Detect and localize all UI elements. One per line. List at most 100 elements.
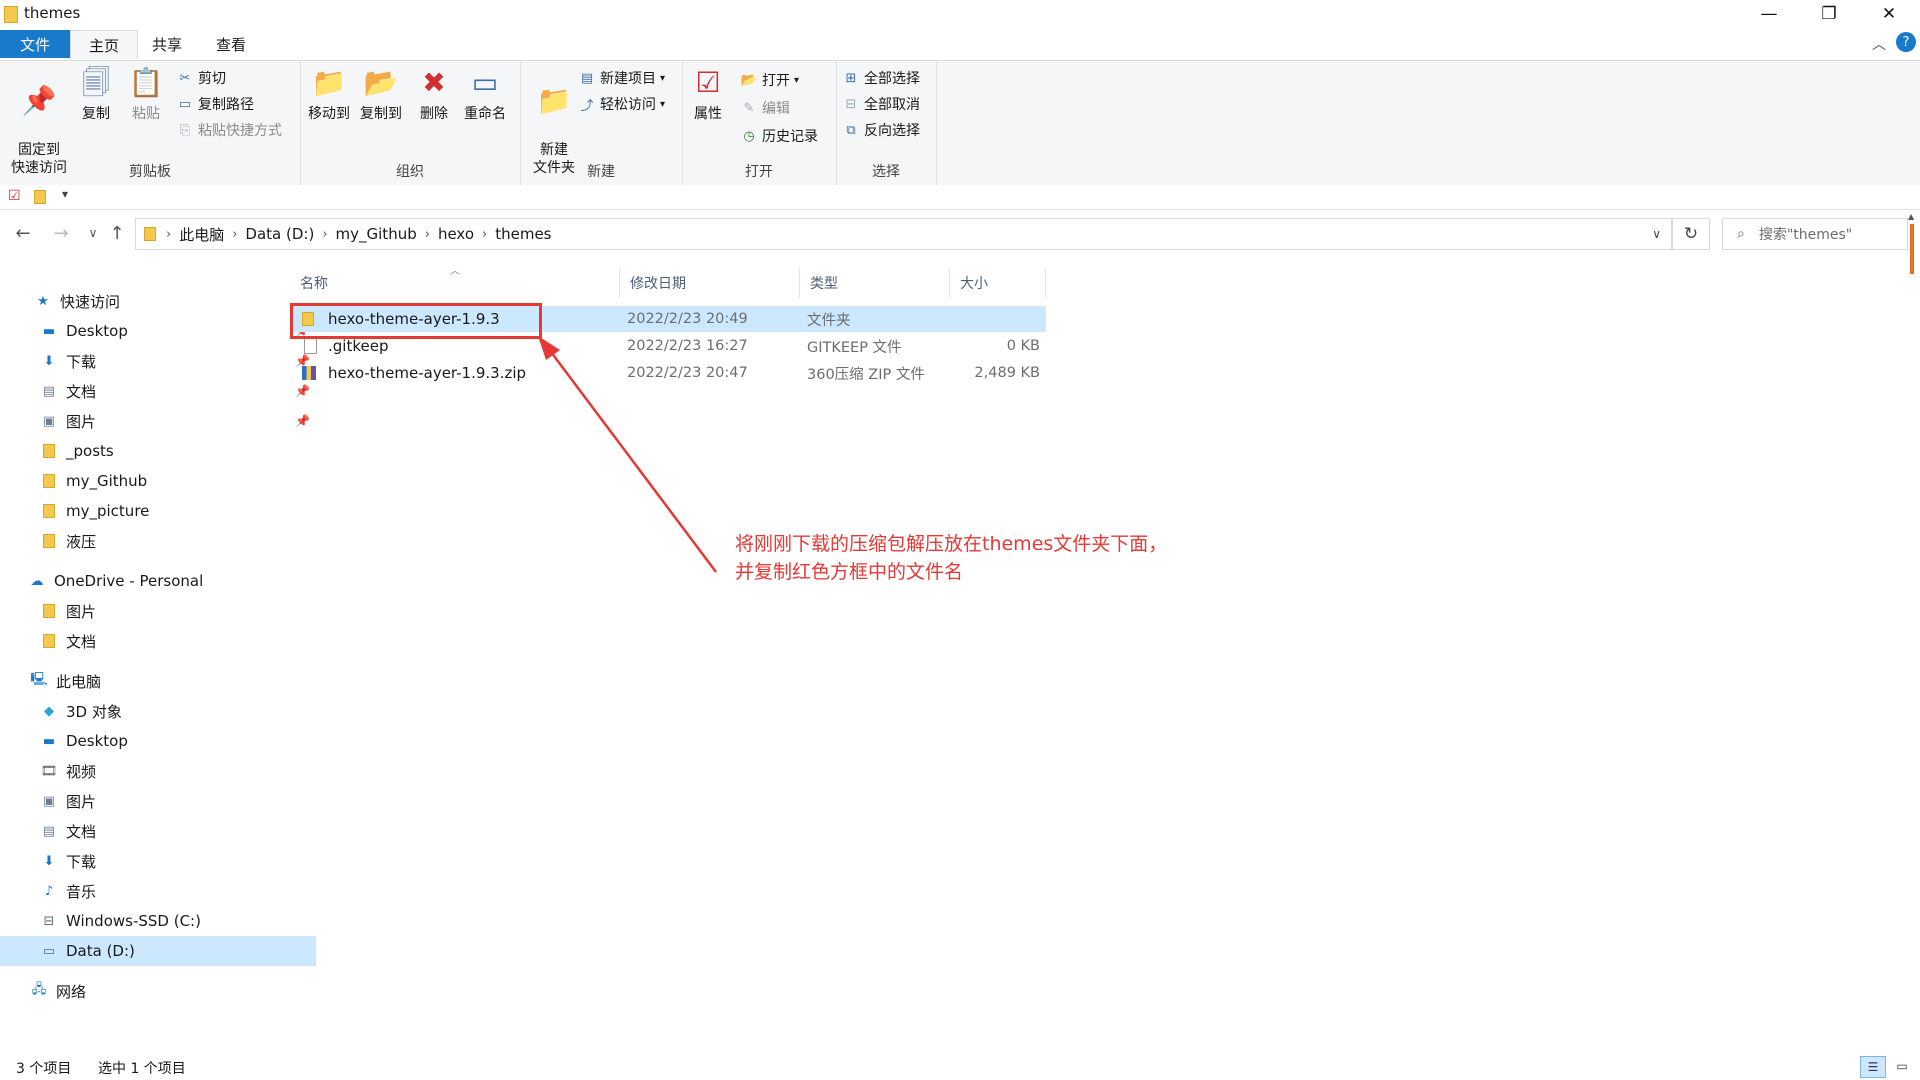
nav-item-onedrive-pictures[interactable]: 图片 — [0, 596, 316, 626]
forward-arrow-icon[interactable]: → — [48, 220, 74, 246]
move-to-button[interactable]: 📁 移动到 — [304, 65, 354, 123]
column-header-size[interactable]: 大小 — [950, 268, 1046, 298]
file-type: 360压缩 ZIP 文件 — [807, 366, 925, 383]
nav-item-my-github[interactable]: my_Github — [0, 466, 316, 496]
nav-this-pc[interactable]: 🖳 此电脑 — [0, 666, 306, 696]
address-bar[interactable]: › 此电脑 › Data (D:) › my_Github › hexo › t… — [135, 218, 1672, 250]
refresh-button[interactable]: ↻ — [1672, 218, 1710, 250]
nav-item-music[interactable]: ♪ 音乐 — [0, 876, 316, 906]
invert-selection-button[interactable]: ⧉ 反向选择 — [842, 119, 920, 141]
nav-item-pictures[interactable]: ▣ 图片 📌 — [0, 406, 316, 436]
nav-item-drive-d[interactable]: ▭ Data (D:) — [0, 936, 316, 966]
breadcrumb-my-github[interactable]: my_Github — [330, 225, 423, 243]
breadcrumb-data-d[interactable]: Data (D:) — [239, 225, 320, 243]
search-box[interactable]: ⌕ 搜索"themes" — [1722, 218, 1908, 250]
cube-icon: ◆ — [44, 703, 54, 719]
nav-item-pc-downloads[interactable]: ⬇ 下载 — [0, 846, 316, 876]
properties-button[interactable]: ☑ 属性 — [688, 65, 728, 123]
history-icon: ◷ — [743, 128, 755, 144]
ribbon: 📌 固定到 快速访问 🗐 复制 📋 粘贴 ✂ 剪切 ▭ 复制路径 ⎘ 粘贴快捷方… — [0, 60, 1920, 186]
nav-network[interactable]: 🖧 网络 — [0, 976, 306, 1006]
paste-icon: 📋 — [128, 66, 164, 99]
tab-home[interactable]: 主页 — [70, 30, 139, 59]
chevron-down-icon[interactable]: ∨ — [1652, 227, 1661, 241]
folder-icon — [40, 503, 58, 519]
search-input[interactable]: 搜索"themes" — [1759, 224, 1852, 244]
nav-item-posts[interactable]: _posts — [0, 436, 316, 466]
nav-item-videos[interactable]: 🎞 视频 — [0, 756, 316, 786]
new-item-button[interactable]: ▤ 新建项目 ▾ — [578, 67, 665, 89]
tab-file[interactable]: 文件 — [0, 30, 70, 58]
annotation-line-2: 并复制红色方框中的文件名 — [735, 561, 964, 583]
new-group: 📁 新建 文件夹 ▤ 新建项目 ▾ ⤴ 轻松访问 ▾ 新建 — [520, 61, 683, 185]
breadcrumb-themes[interactable]: themes — [489, 225, 557, 243]
title-bar: themes — ❐ ✕ — [0, 0, 1920, 28]
help-icon[interactable]: ? — [1896, 32, 1916, 52]
details-view-icon[interactable]: ☰ — [1860, 1056, 1886, 1078]
zip-archive-icon — [302, 360, 316, 386]
annotation-text: 将刚刚下载的压缩包解压放在themes文件夹下面， 并复制红色方框中的文件名 — [735, 530, 1195, 586]
desktop-icon: ▬ — [42, 733, 56, 749]
edit-button[interactable]: ✎ 编辑 — [740, 97, 790, 119]
copy-path-button[interactable]: ▭ 复制路径 — [176, 93, 254, 115]
picture-icon: ▣ — [42, 413, 56, 429]
nav-item-documents[interactable]: ▤ 文档 📌 — [0, 376, 316, 406]
easy-access-button[interactable]: ⤴ 轻松访问 ▾ — [578, 93, 665, 115]
copy-to-button[interactable]: 📂 复制到 — [356, 65, 406, 123]
recent-locations-icon[interactable]: ∨ — [80, 220, 106, 246]
address-row: ← → ∨ ↑ › 此电脑 › Data (D:) › my_Github › … — [0, 210, 1920, 256]
delete-button[interactable]: ✖ 删除 — [414, 65, 454, 123]
organize-group: 📁 移动到 📂 复制到 ✖ 删除 ▭ 重命名 组织 — [300, 61, 521, 185]
open-button[interactable]: 📂 打开 ▾ — [740, 69, 799, 91]
copy-button[interactable]: 🗐 复制 — [74, 65, 118, 123]
chevron-right-icon: › — [232, 226, 238, 242]
paste-shortcut-button[interactable]: ⎘ 粘贴快捷方式 — [176, 119, 282, 141]
paste-button[interactable]: 📋 粘贴 — [122, 65, 170, 123]
rename-button[interactable]: ▭ 重命名 — [458, 65, 512, 123]
select-none-button[interactable]: ⊟ 全部取消 — [842, 93, 920, 115]
select-none-icon: ⊟ — [845, 96, 857, 112]
nav-onedrive[interactable]: ☁ OneDrive - Personal — [0, 566, 304, 596]
breadcrumb-hexo[interactable]: hexo — [432, 225, 480, 243]
nav-item-downloads[interactable]: ⬇ 下载 📌 — [0, 346, 316, 376]
scroll-up-icon[interactable]: ▲ — [1908, 212, 1916, 221]
document-icon: ▤ — [42, 383, 56, 399]
folder-icon[interactable] — [34, 190, 46, 204]
cut-button[interactable]: ✂ 剪切 — [176, 67, 226, 89]
folder-icon — [40, 533, 58, 549]
properties-icon[interactable]: ☑ — [8, 188, 21, 204]
back-arrow-icon[interactable]: ← — [10, 220, 36, 246]
minimize-button[interactable]: — — [1740, 0, 1798, 28]
item-count: 3 个项目 — [16, 1061, 72, 1077]
column-header-type[interactable]: 类型 — [800, 268, 950, 298]
customize-toolbar-icon[interactable]: ▾ — [62, 187, 68, 201]
nav-item-pc-desktop[interactable]: ▬ Desktop — [0, 726, 316, 756]
close-button[interactable]: ✕ — [1860, 0, 1918, 28]
tab-view[interactable]: 查看 — [198, 30, 264, 58]
select-all-button[interactable]: ⊞ 全部选择 — [842, 67, 920, 89]
history-button[interactable]: ◷ 历史记录 — [740, 125, 818, 147]
nav-item-my-picture[interactable]: my_picture — [0, 496, 316, 526]
nav-item-hydraulics[interactable]: 液压 — [0, 526, 316, 556]
collapse-ribbon-icon[interactable]: ︿ — [1872, 34, 1886, 54]
nav-quick-access[interactable]: ★ 快速访问 — [0, 286, 310, 316]
column-header-name[interactable]: 名称 — [290, 268, 620, 298]
column-header-date[interactable]: 修改日期 — [620, 268, 800, 298]
up-arrow-icon[interactable]: ↑ — [104, 220, 130, 246]
download-icon: ⬇ — [43, 853, 55, 869]
tab-share[interactable]: 共享 — [134, 30, 200, 58]
nav-item-drive-c[interactable]: ⊟ Windows-SSD (C:) — [0, 906, 316, 936]
maximize-button[interactable]: ❐ — [1800, 0, 1858, 28]
nav-item-pc-pictures[interactable]: ▣ 图片 — [0, 786, 316, 816]
folder-icon — [40, 473, 58, 489]
file-size: 0 KB — [1006, 338, 1040, 354]
document-icon: ▤ — [42, 823, 56, 839]
annotation-highlight-box — [290, 303, 542, 339]
nav-item-onedrive-documents[interactable]: 文档 — [0, 626, 316, 656]
breadcrumb-this-pc[interactable]: 此电脑 — [173, 224, 230, 245]
nav-item-desktop[interactable]: ▬ Desktop 📌 — [0, 316, 316, 346]
nav-item-pc-documents[interactable]: ▤ 文档 — [0, 816, 316, 846]
large-icons-view-icon[interactable]: ▭ — [1890, 1056, 1914, 1076]
folder-icon — [144, 227, 156, 241]
nav-item-3d-objects[interactable]: ◆ 3D 对象 — [0, 696, 316, 726]
